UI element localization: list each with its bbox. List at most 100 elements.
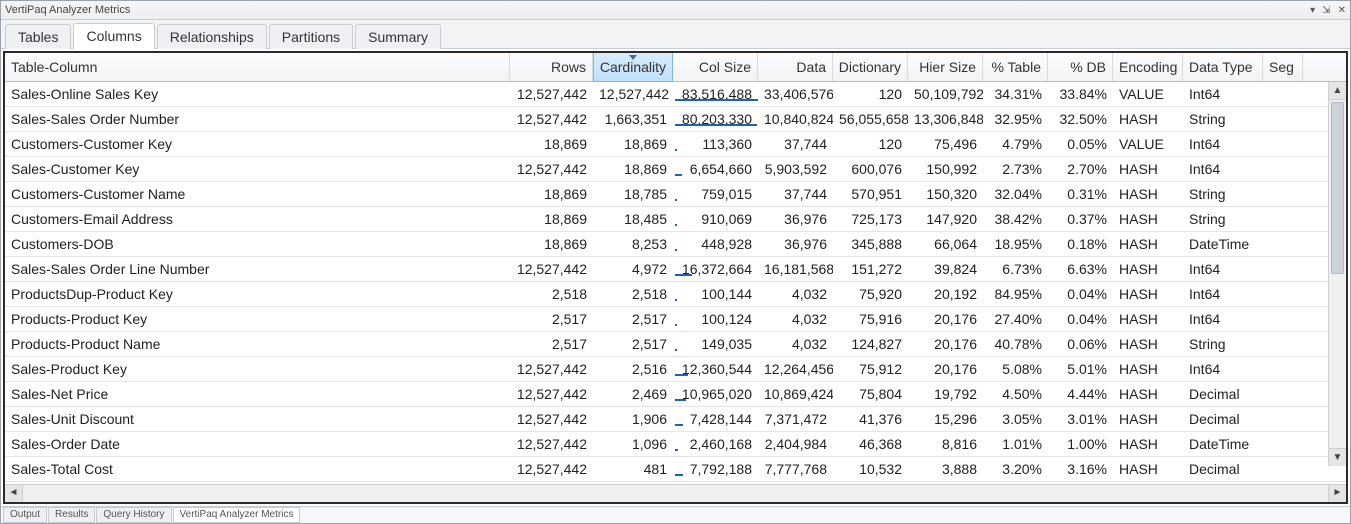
cell-encoding: HASH — [1113, 211, 1183, 227]
bottom-tab-output[interactable]: Output — [3, 507, 47, 523]
column-header-cardinality[interactable]: Cardinality — [593, 52, 673, 82]
bottom-tab-vertipaq-analyzer-metrics[interactable]: VertiPaq Analyzer Metrics — [173, 507, 301, 523]
column-header-dictionary[interactable]: Dictionary — [833, 53, 908, 81]
cell-dictionary: 120 — [833, 86, 908, 102]
table-row[interactable]: Products-Product Key2,5172,517100,1244,0… — [5, 307, 1346, 332]
cell-pctDb: 32.50% — [1048, 111, 1113, 127]
column-header-data[interactable]: Data — [758, 53, 833, 81]
cell-dictionary: 124,827 — [833, 336, 908, 352]
scroll-left-arrow-icon[interactable]: ◄ — [5, 485, 23, 502]
tab-partitions[interactable]: Partitions — [269, 24, 353, 49]
bottom-tabstrip: OutputResultsQuery HistoryVertiPaq Analy… — [1, 506, 1350, 523]
table-row[interactable]: Sales-Order Date12,527,4421,0962,460,168… — [5, 432, 1346, 457]
table-row[interactable]: Customers-Customer Name18,86918,785759,0… — [5, 182, 1346, 207]
cell-hierSize: 13,306,848 — [908, 111, 983, 127]
cell-encoding: HASH — [1113, 261, 1183, 277]
cell-cardinality: 481 — [593, 461, 673, 477]
cell-hierSize: 19,792 — [908, 386, 983, 402]
cell-dictionary: 600,076 — [833, 161, 908, 177]
cell-encoding: HASH — [1113, 161, 1183, 177]
column-header-hierSize[interactable]: Hier Size — [908, 53, 983, 81]
cell-pctTable: 40.78% — [983, 336, 1048, 352]
cell-tableColumn: Sales-Sales Order Number — [5, 111, 510, 127]
grid-body[interactable]: Sales-Online Sales Key12,527,44212,527,4… — [5, 82, 1346, 484]
cell-pctTable: 84.95% — [983, 286, 1048, 302]
column-header-pctTable[interactable]: % Table — [983, 53, 1048, 81]
column-header-seg[interactable]: Seg — [1263, 53, 1303, 81]
scroll-right-arrow-icon[interactable]: ► — [1328, 485, 1346, 502]
cell-pctTable: 5.08% — [983, 361, 1048, 377]
cell-encoding: HASH — [1113, 311, 1183, 327]
tab-tables[interactable]: Tables — [5, 24, 71, 49]
cell-data: 7,777,768 — [758, 461, 833, 477]
scroll-up-arrow-icon[interactable]: ▲ — [1329, 82, 1346, 100]
table-row[interactable]: ProductsDup-Product Key2,5182,518100,144… — [5, 282, 1346, 307]
table-row[interactable]: Sales-Product Key12,527,4422,51612,360,5… — [5, 357, 1346, 382]
horizontal-scrollbar[interactable]: ◄ ► — [5, 484, 1346, 502]
column-header-encoding[interactable]: Encoding — [1113, 53, 1183, 81]
cell-dictionary: 75,916 — [833, 311, 908, 327]
table-row[interactable]: Sales-Customer Key12,527,44218,8696,654,… — [5, 157, 1346, 182]
cell-dataType: String — [1183, 186, 1263, 202]
column-header-dataType[interactable]: Data Type — [1183, 53, 1263, 81]
tab-columns[interactable]: Columns — [73, 23, 154, 49]
table-row[interactable]: Customers-Email Address18,86918,485910,0… — [5, 207, 1346, 232]
bottom-tab-query-history[interactable]: Query History — [96, 507, 171, 523]
table-row[interactable]: Sales-Unit Discount12,527,4421,9067,428,… — [5, 407, 1346, 432]
cell-pctTable: 4.79% — [983, 136, 1048, 152]
panel-close-icon[interactable]: ✕ — [1338, 5, 1346, 16]
cell-dataType: Int64 — [1183, 311, 1263, 327]
table-row[interactable]: Sales-Online Sales Key12,527,44212,527,4… — [5, 82, 1346, 107]
column-header-colSize[interactable]: Col Size — [673, 53, 758, 81]
cell-pctTable: 34.31% — [983, 86, 1048, 102]
table-row[interactable]: Customers-Customer Key18,86918,869113,36… — [5, 132, 1346, 157]
cell-pctTable: 3.20% — [983, 461, 1048, 477]
tab-relationships[interactable]: Relationships — [157, 24, 267, 49]
panel-pin-icon[interactable]: ⇲ — [1322, 5, 1330, 16]
tab-summary[interactable]: Summary — [355, 24, 441, 49]
column-header-pctDb[interactable]: % DB — [1048, 53, 1113, 81]
cell-data: 7,371,472 — [758, 411, 833, 427]
cell-cardinality: 2,518 — [593, 286, 673, 302]
cell-encoding: HASH — [1113, 186, 1183, 202]
cell-cardinality: 18,785 — [593, 186, 673, 202]
cell-dataType: Decimal — [1183, 461, 1263, 477]
cell-hierSize: 3,888 — [908, 461, 983, 477]
cell-dataType: DateTime — [1183, 236, 1263, 252]
cell-data: 36,976 — [758, 236, 833, 252]
cell-cardinality: 8,253 — [593, 236, 673, 252]
column-header-tableColumn[interactable]: Table-Column — [5, 53, 510, 81]
vertical-scrollbar[interactable]: ▲ ▼ — [1328, 82, 1346, 466]
cell-dictionary: 46,368 — [833, 436, 908, 452]
cell-data: 4,032 — [758, 286, 833, 302]
table-row[interactable]: Sales-Sales Order Number12,527,4421,663,… — [5, 107, 1346, 132]
cell-encoding: HASH — [1113, 336, 1183, 352]
cell-colSize: 910,069 — [673, 211, 758, 227]
column-header-rows[interactable]: Rows — [510, 53, 593, 81]
cell-colSize: 7,792,188 — [673, 461, 758, 477]
cell-dictionary: 56,055,658 — [833, 111, 908, 127]
cell-data: 2,404,984 — [758, 436, 833, 452]
cell-colSize: 7,428,144 — [673, 411, 758, 427]
panel-dropdown-icon[interactable]: ▾ — [1310, 5, 1315, 16]
bottom-tab-results[interactable]: Results — [48, 507, 95, 523]
cell-encoding: HASH — [1113, 111, 1183, 127]
cell-hierSize: 20,176 — [908, 336, 983, 352]
cell-hierSize: 8,816 — [908, 436, 983, 452]
table-row[interactable]: Products-Product Name2,5172,517149,0354,… — [5, 332, 1346, 357]
cell-dataType: String — [1183, 111, 1263, 127]
cell-encoding: HASH — [1113, 436, 1183, 452]
table-row[interactable]: Sales-Net Price12,527,4422,46910,965,020… — [5, 382, 1346, 407]
scroll-thumb[interactable] — [1331, 102, 1344, 274]
cell-pctTable: 27.40% — [983, 311, 1048, 327]
cell-pctDb: 0.31% — [1048, 186, 1113, 202]
cell-rows: 18,869 — [510, 136, 593, 152]
table-row[interactable]: Sales-Sales Order Line Number12,527,4424… — [5, 257, 1346, 282]
table-row[interactable]: Sales-Total Cost12,527,4424817,792,1887,… — [5, 457, 1346, 482]
cell-colSize: 10,965,020 — [673, 386, 758, 402]
cell-cardinality: 18,485 — [593, 211, 673, 227]
cell-tableColumn: Sales-Online Sales Key — [5, 86, 510, 102]
table-row[interactable]: Customers-DOB18,8698,253448,92836,976345… — [5, 232, 1346, 257]
vertipaq-panel: VertiPaq Analyzer Metrics ▾ ⇲ ✕ TablesCo… — [0, 0, 1351, 524]
scroll-down-arrow-icon[interactable]: ▼ — [1329, 448, 1346, 466]
